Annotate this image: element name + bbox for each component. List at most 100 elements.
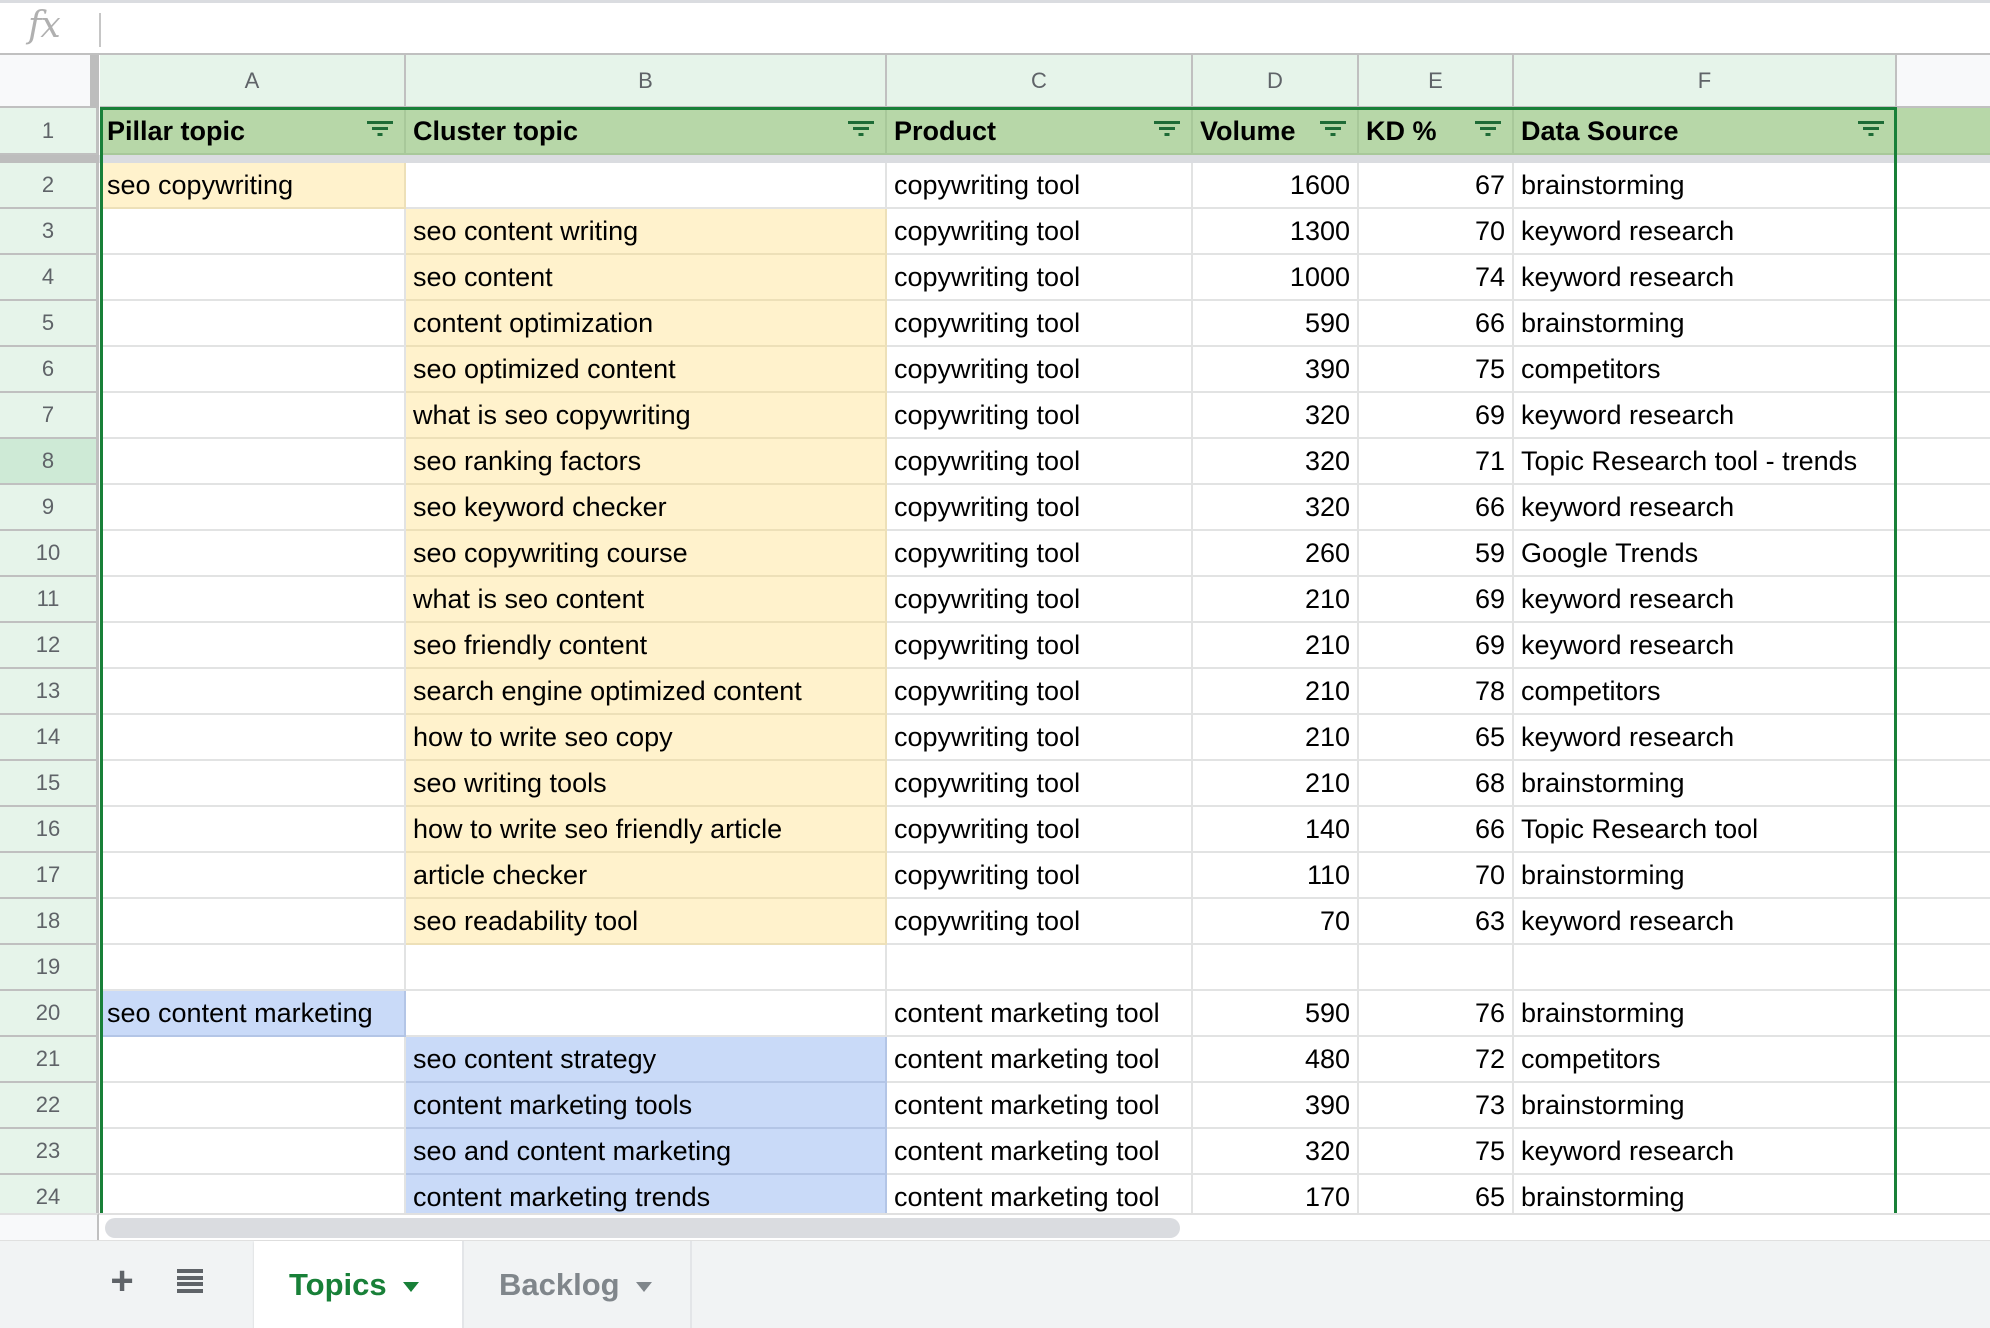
cell-d24[interactable]: 170 <box>1193 1175 1359 1213</box>
cell-c9[interactable]: copywriting tool <box>887 485 1193 531</box>
cell-b22[interactable]: content marketing tools <box>406 1083 887 1129</box>
cell-f4[interactable]: keyword research <box>1514 255 1897 301</box>
cell-empty-g12[interactable] <box>1897 623 1990 669</box>
cell-f19[interactable] <box>1514 945 1897 991</box>
cell-f20[interactable]: brainstorming <box>1514 991 1897 1037</box>
header-cell-c[interactable]: Product <box>887 108 1193 155</box>
cell-e18[interactable]: 63 <box>1359 899 1514 945</box>
row-header[interactable]: 13 <box>0 669 99 715</box>
header-cell-f[interactable]: Data Source <box>1514 108 1897 155</box>
cell-c24[interactable]: content marketing tool <box>887 1175 1193 1213</box>
filter-icon[interactable] <box>1857 121 1885 141</box>
cell-empty-g8[interactable] <box>1897 439 1990 485</box>
row-header[interactable]: 8 <box>0 439 99 485</box>
cell-e10[interactable]: 59 <box>1359 531 1514 577</box>
cell-d5[interactable]: 590 <box>1193 301 1359 347</box>
cell-a8[interactable] <box>100 439 406 485</box>
cell-f11[interactable]: keyword research <box>1514 577 1897 623</box>
cell-c5[interactable]: copywriting tool <box>887 301 1193 347</box>
cell-c7[interactable]: copywriting tool <box>887 393 1193 439</box>
row-header[interactable]: 18 <box>0 899 99 945</box>
cell-empty-g19[interactable] <box>1897 945 1990 991</box>
cell-empty-g15[interactable] <box>1897 761 1990 807</box>
cell-f24[interactable]: brainstorming <box>1514 1175 1897 1213</box>
cell-empty-g9[interactable] <box>1897 485 1990 531</box>
cell-e2[interactable]: 67 <box>1359 163 1514 209</box>
cell-e24[interactable]: 65 <box>1359 1175 1514 1213</box>
cell-c14[interactable]: copywriting tool <box>887 715 1193 761</box>
cell-a15[interactable] <box>100 761 406 807</box>
cell-f15[interactable]: brainstorming <box>1514 761 1897 807</box>
cell-f14[interactable]: keyword research <box>1514 715 1897 761</box>
cell-c21[interactable]: content marketing tool <box>887 1037 1193 1083</box>
column-header-c[interactable]: C <box>887 55 1193 108</box>
row-header[interactable]: 10 <box>0 531 99 577</box>
header-cell-d[interactable]: Volume <box>1193 108 1359 155</box>
cell-f9[interactable]: keyword research <box>1514 485 1897 531</box>
cell-a5[interactable] <box>100 301 406 347</box>
cell-c6[interactable]: copywriting tool <box>887 347 1193 393</box>
cell-b18[interactable]: seo readability tool <box>406 899 887 945</box>
cell-f17[interactable]: brainstorming <box>1514 853 1897 899</box>
cell-c13[interactable]: copywriting tool <box>887 669 1193 715</box>
cell-e17[interactable]: 70 <box>1359 853 1514 899</box>
cell-f3[interactable]: keyword research <box>1514 209 1897 255</box>
cell-b5[interactable]: content optimization <box>406 301 887 347</box>
freeze-column-handle[interactable] <box>90 55 99 108</box>
cell-f21[interactable]: competitors <box>1514 1037 1897 1083</box>
cell-a3[interactable] <box>100 209 406 255</box>
cell-b24[interactable]: content marketing trends <box>406 1175 887 1213</box>
cell-c12[interactable]: copywriting tool <box>887 623 1193 669</box>
cell-empty-g18[interactable] <box>1897 899 1990 945</box>
row-header[interactable]: 9 <box>0 485 99 531</box>
horizontal-scrollbar-thumb[interactable] <box>105 1218 1180 1238</box>
filter-icon[interactable] <box>1319 121 1347 141</box>
cell-c3[interactable]: copywriting tool <box>887 209 1193 255</box>
row-header[interactable]: 2 <box>0 163 99 209</box>
cell-b7[interactable]: what is seo copywriting <box>406 393 887 439</box>
row-header[interactable]: 7 <box>0 393 99 439</box>
cell-e14[interactable]: 65 <box>1359 715 1514 761</box>
cell-d15[interactable]: 210 <box>1193 761 1359 807</box>
cell-d3[interactable]: 1300 <box>1193 209 1359 255</box>
caret-down-icon[interactable] <box>402 1282 419 1292</box>
cell-d9[interactable]: 320 <box>1193 485 1359 531</box>
cell-c17[interactable]: copywriting tool <box>887 853 1193 899</box>
header-cell-a[interactable]: Pillar topic <box>100 108 406 155</box>
cell-b2[interactable] <box>406 163 887 209</box>
row-header[interactable]: 23 <box>0 1129 99 1175</box>
cell-f7[interactable]: keyword research <box>1514 393 1897 439</box>
cell-empty-g5[interactable] <box>1897 301 1990 347</box>
cell-e3[interactable]: 70 <box>1359 209 1514 255</box>
cell-a12[interactable] <box>100 623 406 669</box>
cell-a9[interactable] <box>100 485 406 531</box>
cell-empty-g7[interactable] <box>1897 393 1990 439</box>
cell-empty-g10[interactable] <box>1897 531 1990 577</box>
header-cell-e[interactable]: KD % <box>1359 108 1514 155</box>
cell-a2[interactable]: seo copywriting <box>100 163 406 209</box>
cell-f5[interactable]: brainstorming <box>1514 301 1897 347</box>
cell-d11[interactable]: 210 <box>1193 577 1359 623</box>
cell-f8[interactable]: Topic Research tool - trends <box>1514 439 1897 485</box>
cell-b4[interactable]: seo content <box>406 255 887 301</box>
cell-b12[interactable]: seo friendly content <box>406 623 887 669</box>
all-sheets-button[interactable] <box>170 1261 210 1301</box>
cell-c20[interactable]: content marketing tool <box>887 991 1193 1037</box>
caret-down-icon[interactable] <box>635 1282 652 1292</box>
row-header[interactable]: 6 <box>0 347 99 393</box>
cell-empty-g22[interactable] <box>1897 1083 1990 1129</box>
column-header-e[interactable]: E <box>1359 55 1514 108</box>
column-header-d[interactable]: D <box>1193 55 1359 108</box>
cell-empty-g11[interactable] <box>1897 577 1990 623</box>
cell-e9[interactable]: 66 <box>1359 485 1514 531</box>
filter-icon[interactable] <box>1474 121 1502 141</box>
cell-a22[interactable] <box>100 1083 406 1129</box>
cell-e6[interactable]: 75 <box>1359 347 1514 393</box>
cell-f16[interactable]: Topic Research tool <box>1514 807 1897 853</box>
cell-empty-g14[interactable] <box>1897 715 1990 761</box>
cell-d17[interactable]: 110 <box>1193 853 1359 899</box>
cell-f12[interactable]: keyword research <box>1514 623 1897 669</box>
cell-a20[interactable]: seo content marketing <box>100 991 406 1037</box>
cell-e13[interactable]: 78 <box>1359 669 1514 715</box>
cell-empty-g17[interactable] <box>1897 853 1990 899</box>
